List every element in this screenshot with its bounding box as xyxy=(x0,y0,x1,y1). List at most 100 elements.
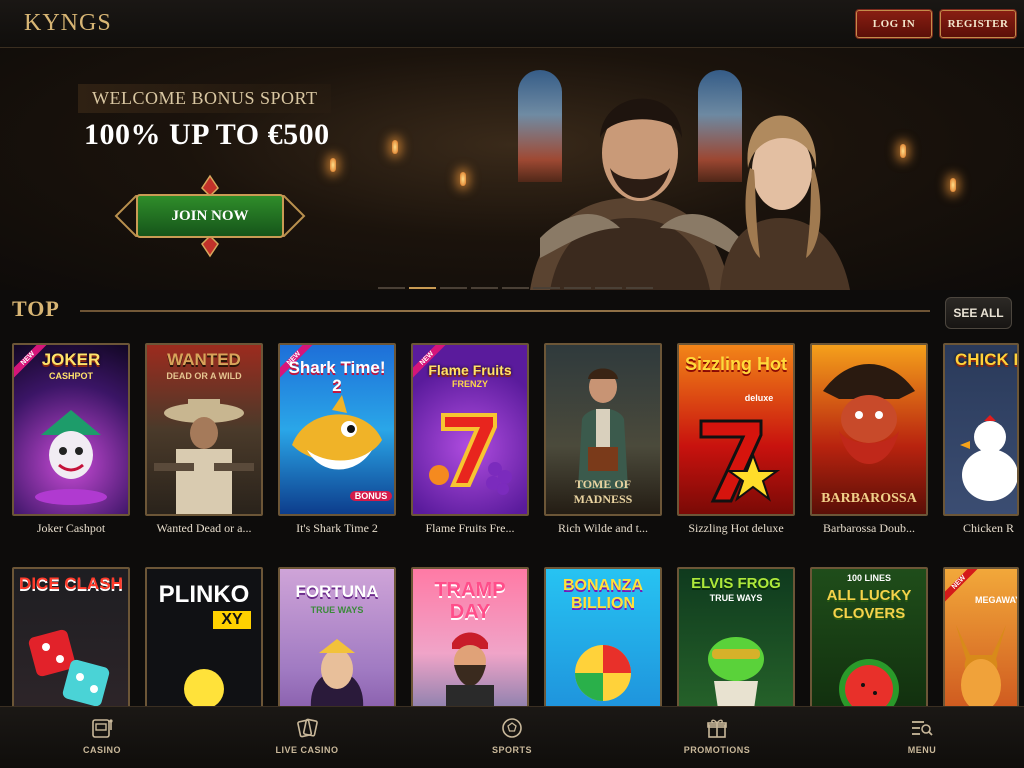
seven-star-icon xyxy=(699,419,781,503)
ball-icon xyxy=(184,669,224,709)
carousel-pagination xyxy=(378,287,653,289)
section-title: TOP xyxy=(12,296,60,321)
nav-label: LIVE CASINO xyxy=(275,745,339,755)
carousel-dot[interactable] xyxy=(502,287,529,289)
game-art-subtitle: XY xyxy=(213,611,251,629)
anubis-figure-icon xyxy=(956,625,1006,711)
game-art-title: Flame Fruits xyxy=(428,362,512,378)
carousel-dot[interactable] xyxy=(409,287,436,289)
section-divider xyxy=(80,310,930,312)
game-thumbnail[interactable]: Sizzling Hot deluxe xyxy=(677,343,795,516)
soccer-ball-icon xyxy=(502,718,522,738)
game-art-title: PLINKO xyxy=(158,581,250,608)
game-art-subtitle: TOME OF MADNESS xyxy=(573,477,633,506)
game-art-subtitle: CASHPOT xyxy=(48,371,93,381)
game-tile[interactable]: NEW JOKER CASHPOT Joker Cashpot xyxy=(12,343,130,536)
carousel-dot[interactable] xyxy=(595,287,622,289)
candle-light xyxy=(392,140,398,154)
bonus-badge: BONUS xyxy=(350,491,392,501)
carousel-dot[interactable] xyxy=(471,287,498,289)
game-name[interactable]: Sizzling Hot deluxe xyxy=(677,521,795,536)
game-art-subtitle: deluxe xyxy=(744,393,774,403)
carousel-dot[interactable] xyxy=(440,287,467,289)
bonus-subtitle: WELCOME BONUS SPORT xyxy=(78,84,332,113)
carousel-dot[interactable] xyxy=(533,287,560,289)
game-art-subtitle: FRENZY xyxy=(452,379,488,389)
game-name[interactable]: Joker Cashpot xyxy=(12,521,130,536)
game-tile[interactable]: BARBAROSSA Barbarossa Doub... xyxy=(810,343,928,536)
game-art-subtitle: BARBAROSSA xyxy=(821,491,917,506)
nav-label: PROMOTIONS xyxy=(683,745,751,755)
game-thumbnail[interactable]: WANTED DEAD OR A WILD xyxy=(145,343,263,516)
game-tile[interactable]: WANTED DEAD OR A WILD Wanted Dead or a..… xyxy=(145,343,263,536)
nav-promotions[interactable]: PROMOTIONS xyxy=(662,717,772,755)
game-thumbnail[interactable]: CHICK ROA xyxy=(943,343,1019,516)
nav-label: SPORTS xyxy=(491,745,532,755)
goddess-figure-icon xyxy=(310,639,364,709)
menu-search-icon xyxy=(912,721,933,736)
game-tile[interactable]: TOME OF MADNESS Rich Wilde and t... xyxy=(544,343,662,536)
join-now-button[interactable]: JOIN NOW xyxy=(136,194,284,238)
candle-light xyxy=(950,178,956,192)
game-art-title: ELVIS FROG xyxy=(691,575,781,592)
nav-live-casino[interactable]: LIVE CASINO xyxy=(252,717,362,755)
game-art-title: JOKER xyxy=(41,350,101,369)
game-art-subtitle: TRUE WAYS xyxy=(709,593,763,603)
game-art-subtitle: MEGAWAYS xyxy=(975,595,1017,605)
nav-menu[interactable]: MENU xyxy=(867,717,977,755)
game-thumbnail[interactable]: NEW Flame Fruits FRENZY xyxy=(411,343,529,516)
carousel-dot[interactable] xyxy=(564,287,591,289)
game-art-title: Sizzling Hot xyxy=(685,354,787,374)
game-tile[interactable]: NEW Shark Time! 2 BONUS It's Shark Time … xyxy=(278,343,396,536)
candle-light xyxy=(460,172,466,186)
carousel-dot[interactable] xyxy=(626,287,653,289)
game-art-title: TRAMP DAY xyxy=(434,579,506,623)
cowboy-figure-icon xyxy=(154,399,254,514)
game-art-title: WANTED xyxy=(167,350,241,369)
joker-figure-icon xyxy=(35,410,107,505)
hero-banner[interactable]: WELCOME BONUS SPORT 100% UP TO €500 JOIN… xyxy=(0,48,1024,290)
top-header: KYNGS LOG IN REGISTER xyxy=(0,0,1024,48)
game-name[interactable]: Chicken R xyxy=(943,521,1019,536)
nav-sports[interactable]: SPORTS xyxy=(457,717,567,755)
nav-label: CASINO xyxy=(82,745,121,755)
game-art-title: ALL LUCKY CLOVERS xyxy=(826,587,912,622)
slot-machine-icon xyxy=(92,719,113,738)
game-tile[interactable]: Sizzling Hot deluxe Sizzling Hot deluxe xyxy=(677,343,795,536)
see-all-button[interactable]: SEE ALL xyxy=(945,297,1012,329)
nav-label: MENU xyxy=(907,745,937,755)
login-button[interactable]: LOG IN xyxy=(855,9,933,39)
game-name[interactable]: Barbarossa Doub... xyxy=(810,521,928,536)
gift-icon xyxy=(707,719,727,738)
register-button[interactable]: REGISTER xyxy=(939,9,1017,39)
dice-icon xyxy=(28,629,110,707)
cards-icon xyxy=(297,718,318,738)
candle-light xyxy=(900,144,906,158)
game-name[interactable]: Wanted Dead or a... xyxy=(145,521,263,536)
chicken-figure-icon xyxy=(960,415,1017,501)
game-name[interactable]: Flame Fruits Fre... xyxy=(411,521,529,536)
game-art-title: BONANZA BILLION xyxy=(563,577,643,612)
game-name[interactable]: Rich Wilde and t... xyxy=(544,521,662,536)
pirate-figure-icon xyxy=(823,364,915,464)
game-thumbnail[interactable]: NEW Shark Time! 2 BONUS xyxy=(278,343,396,516)
shark-figure-icon xyxy=(292,395,382,470)
bearded-man-icon xyxy=(446,632,494,709)
game-art-title: FORTUNA xyxy=(295,582,379,601)
game-name[interactable]: It's Shark Time 2 xyxy=(278,521,396,536)
king-and-queen-illustration xyxy=(530,98,850,290)
candle-light xyxy=(330,158,336,172)
game-thumbnail[interactable]: BARBAROSSA xyxy=(810,343,928,516)
bonus-title: 100% UP TO €500 xyxy=(84,118,330,151)
game-art-subtitle: DEAD OR A WILD xyxy=(166,371,242,381)
carousel-dot[interactable] xyxy=(378,287,405,289)
game-tile[interactable]: NEW Flame Fruits FRENZY Flame Fruits Fre… xyxy=(411,343,529,536)
game-thumbnail[interactable]: TOME OF MADNESS xyxy=(544,343,662,516)
game-art-title: CHICK ROA xyxy=(955,350,1017,369)
game-tile[interactable]: CHICK ROA Chicken R xyxy=(943,343,1019,536)
game-thumbnail[interactable]: NEW JOKER CASHPOT xyxy=(12,343,130,516)
game-art-subtitle: 100 LINES xyxy=(846,573,892,583)
site-logo[interactable]: KYNGS xyxy=(24,10,112,37)
seven-and-grapes-icon xyxy=(429,413,512,495)
nav-casino[interactable]: CASINO xyxy=(47,717,157,755)
